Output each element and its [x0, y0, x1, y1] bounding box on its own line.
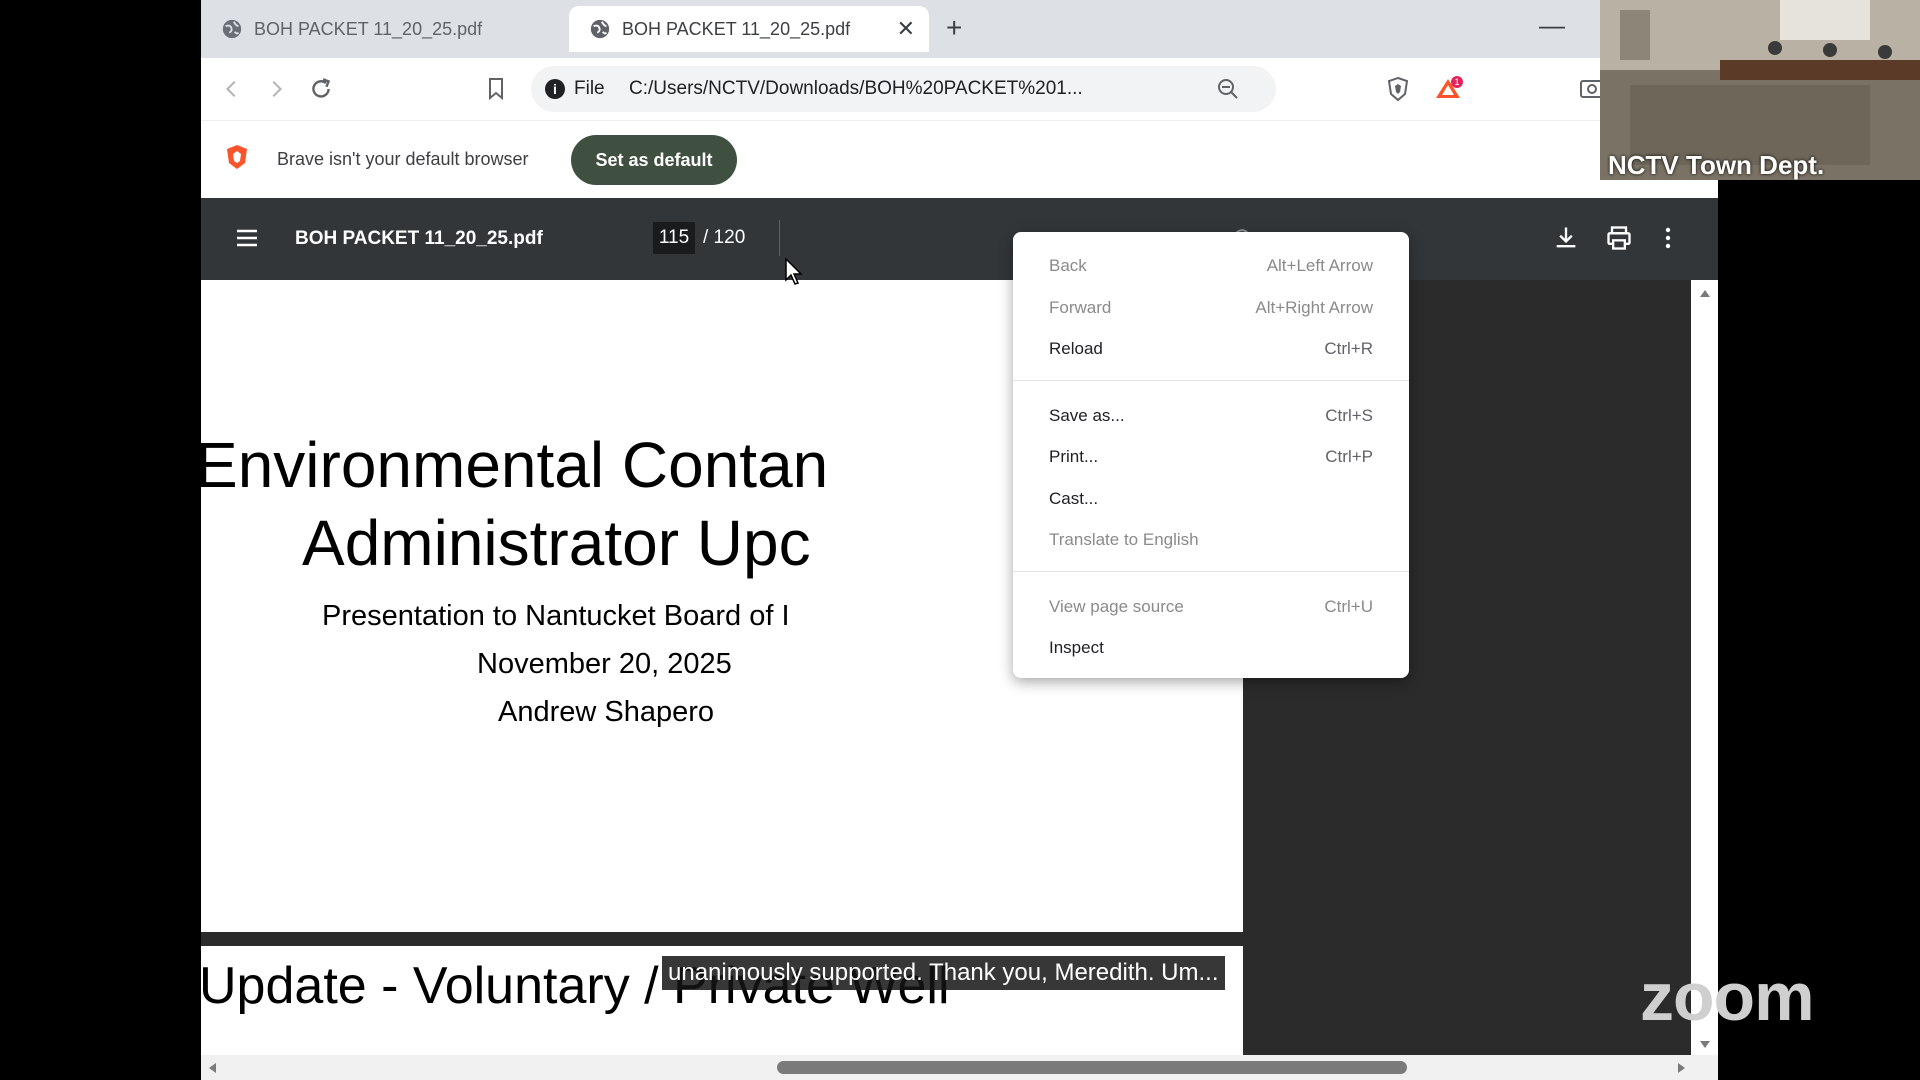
- scroll-right-arrow-icon[interactable]: [1677, 1062, 1687, 1074]
- menu-item-save-as[interactable]: Save as... Ctrl+S: [1013, 396, 1409, 436]
- vertical-scrollbar[interactable]: [1691, 280, 1718, 1055]
- globe-icon: [222, 19, 242, 39]
- infobar-message: Brave isn't your default browser: [277, 149, 529, 169]
- brave-rewards-icon[interactable]: 1: [1431, 72, 1465, 106]
- tab-close-icon[interactable]: ✕: [897, 16, 915, 42]
- slide-title-line-2: Administrator Upc: [302, 507, 811, 579]
- slide-author: Andrew Shapero: [498, 696, 715, 728]
- menu-item-cast[interactable]: Cast...: [1013, 479, 1409, 519]
- download-icon[interactable]: [1552, 224, 1580, 252]
- site-info-icon[interactable]: i: [545, 79, 565, 99]
- menu-item-translate[interactable]: Translate to English: [1013, 520, 1409, 560]
- url-scheme: File: [574, 78, 605, 99]
- context-menu: Back Alt+Left Arrow Forward Alt+Right Arro…: [1013, 232, 1409, 678]
- brave-shield-icon[interactable]: [1381, 72, 1415, 106]
- slide-title-line-1: Environmental Contan: [201, 429, 829, 501]
- set-as-default-button[interactable]: Set as default: [571, 135, 737, 185]
- menu-item-back[interactable]: Back Alt+Left Arrow: [1013, 246, 1409, 286]
- menu-item-reload[interactable]: Reload Ctrl+R: [1013, 329, 1409, 369]
- menu-item-print[interactable]: Print... Ctrl+P: [1013, 437, 1409, 477]
- new-tab-button[interactable]: +: [946, 12, 962, 44]
- slide-subtitle: Presentation to Nantucket Board of I: [322, 600, 790, 632]
- reload-icon[interactable]: [304, 72, 338, 106]
- horizontal-scrollbar[interactable]: [201, 1055, 1718, 1080]
- slide-date: November 20, 2025: [477, 648, 732, 680]
- menu-item-inspect[interactable]: Inspect: [1013, 628, 1409, 668]
- tab-title: BOH PACKET 11_20_25.pdf: [622, 18, 851, 39]
- more-vertical-icon[interactable]: [1663, 224, 1673, 252]
- menu-item-forward[interactable]: Forward Alt+Right Arrow: [1013, 288, 1409, 328]
- address-bar[interactable]: i File C:/Users/NCTV/Downloads/BOH%20PAC…: [531, 66, 1276, 112]
- page-total: / 120: [703, 227, 746, 248]
- default-browser-infobar: Brave isn't your default browser Set as …: [201, 120, 1718, 198]
- toolbar-divider: [779, 220, 780, 256]
- brave-logo-icon: [227, 145, 247, 169]
- menu-separator: [1013, 571, 1409, 572]
- window-minimize-button[interactable]: —: [1539, 10, 1565, 41]
- participant-video-thumbnail[interactable]: NCTV Town Dept.: [1600, 0, 1920, 180]
- scroll-down-arrow-icon[interactable]: [1699, 1040, 1711, 1050]
- rewards-badge: 1: [1454, 77, 1459, 87]
- mouse-cursor-icon: [785, 258, 803, 285]
- pdf-title: BOH PACKET 11_20_25.pdf: [295, 228, 543, 249]
- bookmark-icon[interactable]: [479, 72, 513, 106]
- zoom-out-icon[interactable]: [1211, 72, 1245, 106]
- tab-title: BOH PACKET 11_20_25.pdf: [254, 18, 483, 39]
- print-icon[interactable]: [1605, 224, 1633, 252]
- scroll-up-arrow-icon[interactable]: [1699, 288, 1711, 298]
- participant-name: NCTV Town Dept.: [1608, 150, 1825, 180]
- scroll-left-arrow-icon[interactable]: [207, 1062, 217, 1074]
- menu-separator: [1013, 380, 1409, 381]
- zoom-logo: zoom: [1640, 959, 1815, 1035]
- pdf-toolbar: BOH PACKET 11_20_25.pdf 115 / 120: [201, 198, 1718, 280]
- page-number-input[interactable]: 115: [653, 222, 695, 254]
- hamburger-menu-icon[interactable]: [235, 228, 259, 248]
- tab-2-active[interactable]: BOH PACKET 11_20_25.pdf ✕: [569, 6, 929, 52]
- horizontal-scroll-thumb[interactable]: [777, 1061, 1407, 1074]
- url-text[interactable]: C:/Users/NCTV/Downloads/BOH%20PACKET%201…: [629, 78, 1083, 100]
- forward-arrow-icon[interactable]: [259, 72, 293, 106]
- tab-strip: BOH PACKET 11_20_25.pdf BOH PACKET 11_20…: [201, 0, 1718, 58]
- browser-toolbar: i File C:/Users/NCTV/Downloads/BOH%20PAC…: [201, 58, 1718, 120]
- tab-1[interactable]: BOH PACKET 11_20_25.pdf: [221, 6, 561, 52]
- back-arrow-icon[interactable]: [215, 72, 249, 106]
- live-caption: unanimously supported. Thank you, Meredi…: [662, 956, 1225, 990]
- menu-item-view-source[interactable]: View page source Ctrl+U: [1013, 587, 1409, 627]
- browser-window: BOH PACKET 11_20_25.pdf BOH PACKET 11_20…: [201, 0, 1718, 1080]
- globe-icon: [590, 19, 610, 39]
